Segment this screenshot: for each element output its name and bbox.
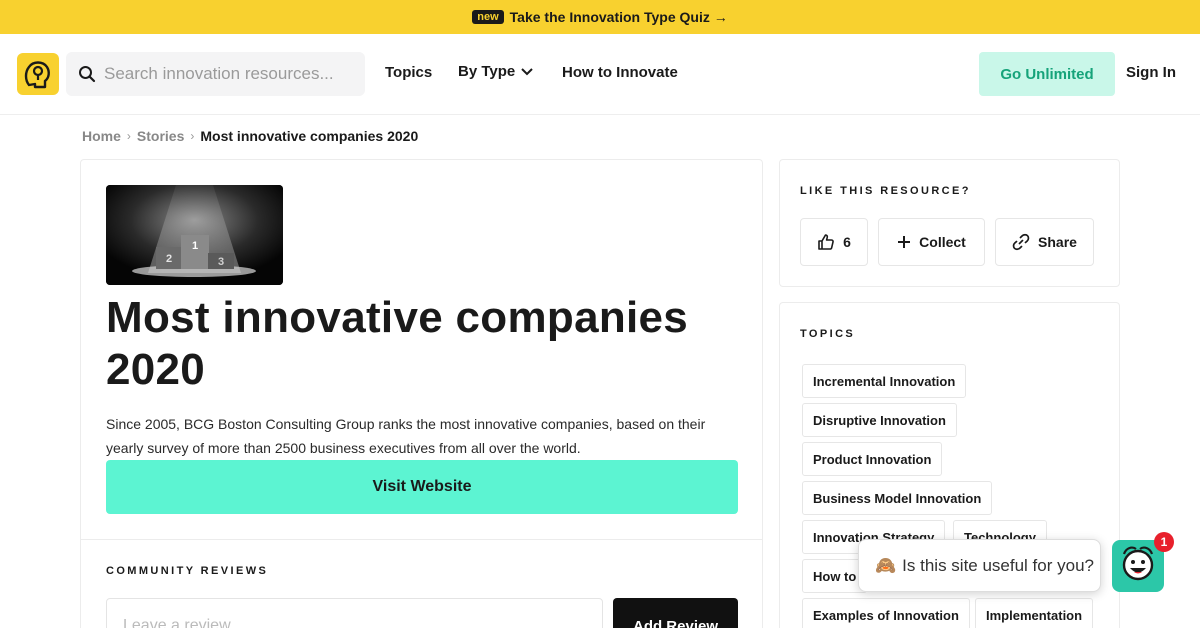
go-unlimited-button[interactable]: Go Unlimited: [979, 52, 1115, 96]
chat-notification-badge: 1: [1154, 532, 1174, 552]
share-label: Share: [1038, 234, 1077, 250]
header: Topics By Type How to Innovate Go Unlimi…: [0, 34, 1200, 115]
podium-label-3: 3: [218, 256, 224, 268]
promo-bar[interactable]: new Take the Innovation Type Quiz →: [0, 0, 1200, 34]
breadcrumb-stories[interactable]: Stories: [137, 128, 184, 144]
topics-heading: Topics: [800, 328, 856, 340]
promo-link[interactable]: Take the Innovation Type Quiz →: [510, 9, 728, 25]
breadcrumb-current: Most innovative companies 2020: [200, 128, 419, 144]
bulb-face-icon: [1122, 546, 1154, 581]
nav-how-to-innovate-label: How to Innovate: [562, 64, 678, 81]
logo-icon[interactable]: [17, 53, 59, 95]
topic-tag[interactable]: Implementation: [975, 598, 1094, 628]
chevron-right-icon: ›: [126, 129, 131, 143]
thumbs-up-icon: [818, 234, 834, 250]
topic-tag[interactable]: Product Innovation: [802, 442, 943, 476]
search-icon: [79, 66, 96, 83]
divider: [81, 539, 762, 540]
resource-description: Since 2005, BCG Boston Consulting Group …: [106, 416, 706, 456]
like-count: 6: [843, 234, 851, 250]
feedback-popup[interactable]: 🙈 Is this site useful for you?: [858, 539, 1101, 592]
like-resource-card: Like this resource? 6 Collect Share: [779, 159, 1120, 287]
visit-website-button[interactable]: Visit Website: [106, 460, 738, 514]
chevron-down-icon: [521, 67, 533, 75]
topic-tag[interactable]: Incremental Innovation: [802, 364, 967, 398]
share-button[interactable]: Share: [995, 218, 1094, 266]
new-badge: new: [472, 10, 504, 24]
nav-topics-label: Topics: [385, 64, 433, 81]
resource-thumbnail: 2 1 3: [106, 185, 283, 285]
resource-title: Most innovative companies 2020: [106, 293, 689, 394]
like-button[interactable]: 6: [800, 218, 868, 266]
topic-tag[interactable]: Examples of Innovation: [802, 598, 970, 628]
podium-label-1: 1: [192, 240, 198, 252]
sign-in-link[interactable]: Sign In: [1126, 64, 1176, 81]
search-bar[interactable]: [66, 52, 365, 96]
chevron-right-icon: ›: [190, 129, 195, 143]
collect-label: Collect: [919, 234, 966, 250]
link-icon: [1012, 233, 1030, 251]
like-resource-heading: Like this resource?: [800, 185, 971, 197]
podium-label-2: 2: [166, 253, 172, 265]
add-review-button[interactable]: Add Review: [613, 598, 738, 628]
community-reviews-heading: Community Reviews: [106, 565, 269, 577]
search-input[interactable]: [104, 64, 344, 84]
topic-tag[interactable]: Disruptive Innovation: [802, 403, 957, 437]
review-input[interactable]: [106, 598, 603, 628]
nav-by-type-label: By Type: [458, 63, 516, 80]
feedback-popup-text: Is this site useful for you?: [902, 555, 1094, 575]
breadcrumb-home[interactable]: Home: [82, 128, 121, 144]
breadcrumb: Home › Stories › Most innovative compani…: [82, 128, 418, 144]
nav-how-to-innovate[interactable]: How to Innovate: [562, 64, 678, 81]
topic-tag[interactable]: Business Model Innovation: [802, 481, 993, 515]
monkey-emoji-icon: 🙈: [875, 555, 897, 575]
plus-icon: [898, 236, 911, 248]
resource-card: 2 1 3 Most innovative companies 2020 Sin…: [80, 159, 763, 628]
collect-button[interactable]: Collect: [878, 218, 985, 266]
nav-topics[interactable]: Topics: [385, 64, 432, 81]
nav-by-type[interactable]: By Type: [458, 63, 533, 80]
